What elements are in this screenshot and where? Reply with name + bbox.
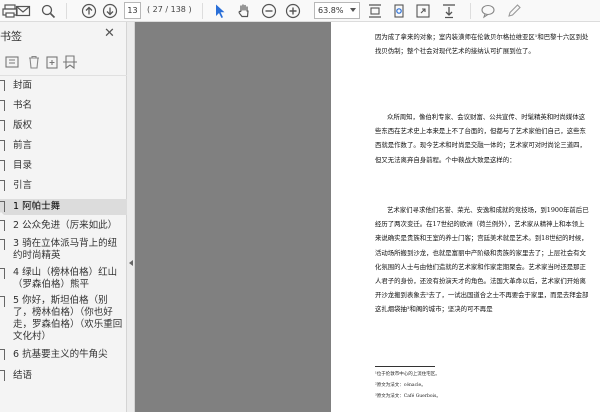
bookmark-item[interactable]: 前言 bbox=[0, 138, 127, 154]
select-cursor-icon[interactable] bbox=[210, 2, 230, 20]
bookmark-item[interactable]: 引言 bbox=[0, 178, 127, 194]
document-page: 因为成了拿来的对象；室内装潢师在伦敦贝尔格拉维亚区¹和巴黎十六区到处找贝伪制；整… bbox=[331, 22, 600, 412]
bookmark-item[interactable]: 结语 bbox=[0, 368, 127, 384]
comment-icon[interactable] bbox=[478, 2, 498, 20]
sidebar-tools bbox=[0, 48, 127, 76]
previous-page-icon[interactable] bbox=[79, 2, 99, 20]
bookmark-icon bbox=[0, 100, 5, 114]
expand-bookmark-icon[interactable] bbox=[62, 54, 78, 70]
toolbar-separator bbox=[470, 3, 471, 19]
bookmark-icon bbox=[0, 120, 5, 134]
bookmark-label: 封面 bbox=[13, 80, 33, 91]
bookmark-label: 目录 bbox=[13, 160, 33, 171]
bookmark-label: 2 公众免进（厉来如此） bbox=[13, 220, 118, 231]
footnote: ¹位于伦敦市中心的上流住宅区。 bbox=[375, 372, 440, 377]
bookmark-icon bbox=[0, 296, 5, 310]
fullscreen-icon[interactable] bbox=[413, 2, 433, 20]
footnote-divider bbox=[375, 366, 435, 367]
bookmark-icon bbox=[0, 160, 5, 174]
bookmark-label: 书名 bbox=[13, 100, 33, 111]
bookmark-item[interactable]: 4 绿山（榜林伯格）红山（罗森伯格）熊平 bbox=[0, 266, 127, 294]
email-icon[interactable] bbox=[13, 2, 33, 20]
bookmark-options-icon[interactable] bbox=[4, 54, 20, 70]
bookmark-item[interactable]: 5 你好，斯坦伯格（别了，榜林伯格）（你也好走，罗森伯格）（欢乐重回文化村） bbox=[0, 294, 127, 346]
hand-tool-icon[interactable] bbox=[234, 2, 254, 20]
zoom-level-select[interactable]: 63.8% bbox=[314, 2, 360, 19]
zoom-level-value: 63.8% bbox=[318, 6, 344, 15]
bookmark-item[interactable]: 2 公众免进（厉来如此） bbox=[0, 218, 127, 234]
close-icon[interactable]: ✕ bbox=[104, 26, 115, 41]
bookmark-item[interactable]: 版权 bbox=[0, 118, 127, 134]
bookmark-icon bbox=[0, 201, 5, 215]
bookmark-item[interactable]: 封面 bbox=[0, 78, 127, 94]
toolbar-separator bbox=[202, 3, 203, 19]
search-icon[interactable] bbox=[38, 2, 58, 20]
pdf-reader-window: 13 ( 27 / 138 ) 63.8% 书签 ✕ 封面 书名 版权 前言 目… bbox=[0, 0, 600, 412]
bookmark-label: 4 绿山（榜林伯格）红山（罗森伯格）熊平 bbox=[13, 267, 118, 290]
footnote: ²原文为法文：cénacle。 bbox=[375, 383, 426, 388]
new-bookmark-icon[interactable] bbox=[44, 54, 60, 70]
zoom-in-icon[interactable] bbox=[283, 2, 303, 20]
bookmark-icon bbox=[0, 239, 5, 253]
next-page-icon[interactable] bbox=[100, 2, 120, 20]
collapse-arrow-icon[interactable] bbox=[129, 260, 133, 266]
bookmark-icon bbox=[0, 349, 5, 363]
chevron-down-icon bbox=[350, 8, 356, 12]
bookmark-icon bbox=[0, 268, 5, 282]
bookmark-label: 前言 bbox=[13, 140, 33, 151]
download-icon[interactable] bbox=[439, 2, 459, 20]
rotate-page-icon[interactable] bbox=[389, 2, 409, 20]
document-viewport[interactable]: 因为成了拿来的对象；室内装潢师在伦敦贝尔格拉维亚区¹和巴黎十六区到处找贝伪制；整… bbox=[135, 22, 600, 412]
bookmark-icon bbox=[0, 80, 5, 94]
bookmark-label: 5 你好，斯坦伯格（别了，榜林伯格）（你也好走，罗森伯格）（欢乐重回文化村） bbox=[13, 295, 123, 342]
pen-icon[interactable] bbox=[504, 2, 524, 20]
bookmark-icon bbox=[0, 180, 5, 194]
bookmark-label: 版权 bbox=[13, 120, 33, 131]
toolbar-separator bbox=[66, 3, 67, 19]
fit-page-icon[interactable] bbox=[365, 2, 385, 20]
page-paragraph: 众所周知，像伯利专家、会议财富、公共宣传、时髦精英和时尚媒体这些东西在艺术史上本… bbox=[375, 113, 586, 164]
toolbar: 13 ( 27 / 138 ) 63.8% bbox=[0, 0, 600, 22]
bookmark-item-selected[interactable]: 1 阿帕士舞 bbox=[0, 199, 127, 215]
bookmark-label: 6 抗基要主义的牛角尖 bbox=[13, 349, 108, 360]
bookmark-item[interactable]: 书名 bbox=[0, 98, 127, 114]
bookmark-icon bbox=[0, 140, 5, 154]
bookmark-label: 3 骑在立体派马背上的纽约时尚精英 bbox=[13, 238, 118, 261]
bookmark-label: 1 阿帕士舞 bbox=[13, 201, 61, 212]
page-count: ( 27 / 138 ) bbox=[147, 5, 192, 14]
bookmark-icon bbox=[0, 370, 5, 384]
delete-icon[interactable] bbox=[26, 54, 42, 70]
bookmark-label: 引言 bbox=[13, 180, 33, 191]
sidebar-title: 书签 bbox=[0, 30, 22, 43]
footnote: ³原文为法文：Café Guerbois。 bbox=[375, 394, 441, 399]
page-paragraph: 因为成了拿来的对象；室内装潢师在伦敦贝尔格拉维亚区¹和巴黎十六区到处找贝伪制；整… bbox=[375, 33, 589, 56]
bookmark-item[interactable]: 6 抗基要主义的牛角尖 bbox=[0, 347, 127, 363]
bookmarks-sidebar: 书签 ✕ 封面 书名 版权 前言 目录 引言 1 阿帕士舞 2 公众免进（厉来如… bbox=[0, 22, 127, 412]
page-paragraph: 艺术家们寻求他们名誉、荣光、安逸和成就的竞技场，到1900年前后已经历了两次变迁… bbox=[375, 206, 589, 314]
bookmark-label: 结语 bbox=[13, 370, 33, 381]
page-number-input[interactable]: 13 bbox=[124, 2, 141, 19]
bookmark-item[interactable]: 目录 bbox=[0, 158, 127, 174]
sidebar-splitter[interactable] bbox=[127, 22, 135, 412]
zoom-out-icon[interactable] bbox=[259, 2, 279, 20]
bookmark-item[interactable]: 3 骑在立体派马背上的纽约时尚精英 bbox=[0, 237, 127, 265]
bookmark-icon bbox=[0, 220, 5, 234]
